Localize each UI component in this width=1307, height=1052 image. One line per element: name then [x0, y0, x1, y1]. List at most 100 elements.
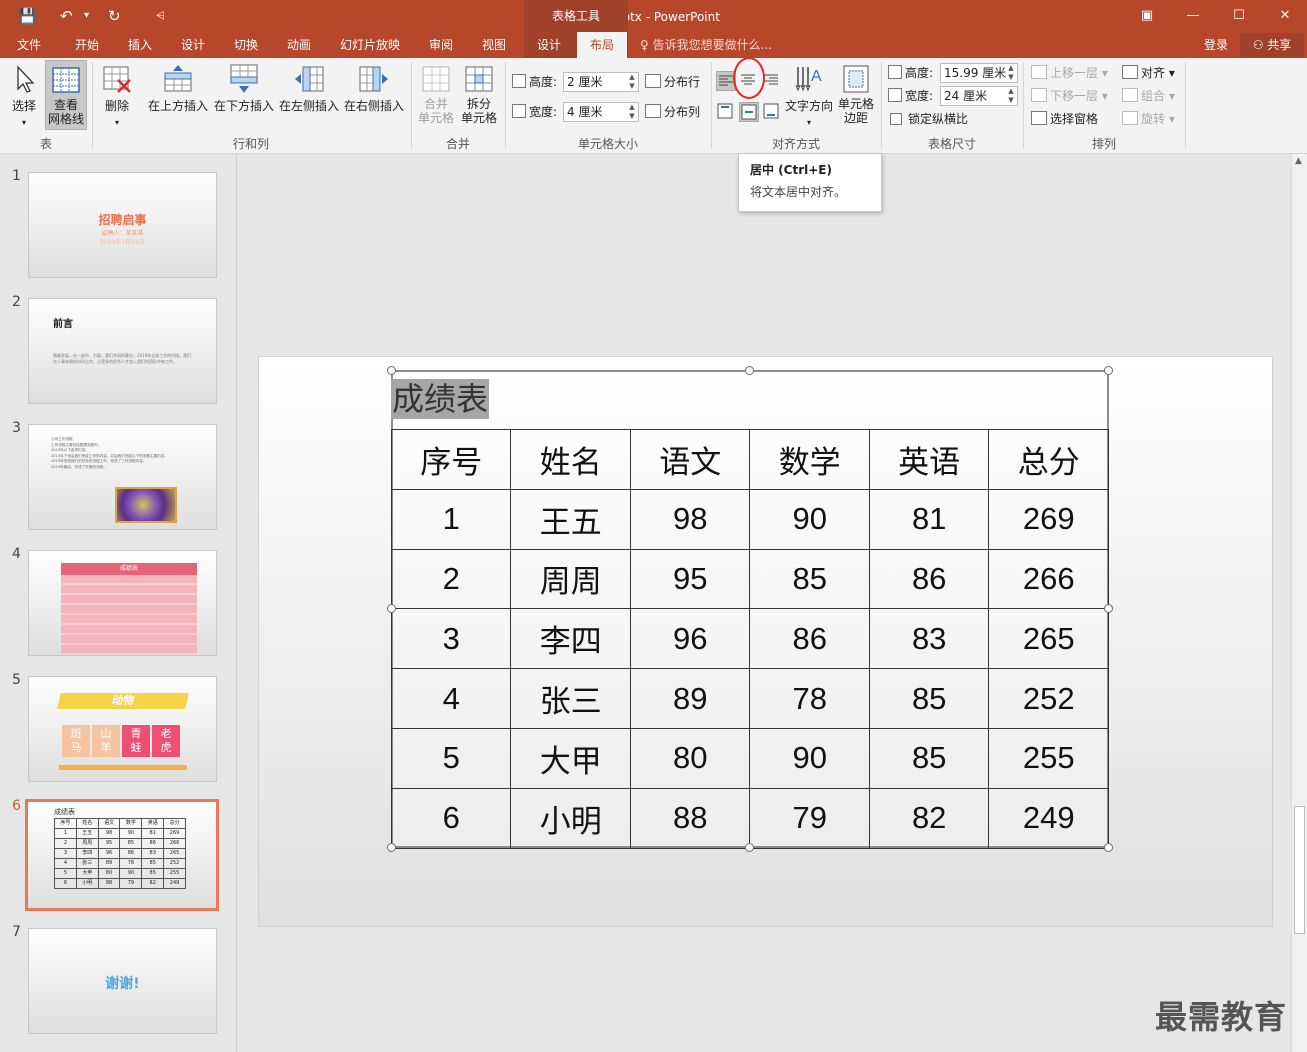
tab-slideshow[interactable]: 幻灯片放映: [332, 32, 408, 58]
resize-handle-top-right[interactable]: [1104, 366, 1113, 375]
align-middle-button[interactable]: [739, 102, 759, 122]
cell-margins-button[interactable]: 单元格 边距: [836, 60, 876, 130]
table-cell[interactable]: 1: [390, 488, 512, 550]
table-cell[interactable]: 5: [390, 727, 512, 789]
table-cell[interactable]: 79: [749, 787, 870, 849]
slide-thumbnail-1[interactable]: 招聘启事 招聘人：某某某 2021年1月12日: [28, 172, 217, 278]
close-icon[interactable]: ✕: [1262, 0, 1307, 32]
cell-width-input[interactable]: 4 厘米 ▲ ▼: [563, 102, 639, 122]
align-bottom-button[interactable]: [762, 102, 782, 122]
table-width-input[interactable]: 24 厘米 ▲ ▼: [940, 86, 1018, 106]
table-row[interactable]: 3 李四 96 86 83 265: [390, 608, 1109, 670]
vertical-scrollbar[interactable]: ▲: [1291, 154, 1307, 1052]
table-row[interactable]: 6 小明 88 79 82 249: [390, 787, 1109, 849]
view-gridlines-button[interactable]: 查看 网格线: [45, 60, 87, 130]
table-cell[interactable]: 86: [868, 548, 990, 610]
insert-left-button[interactable]: 在左侧插入: [277, 60, 341, 130]
table-cell[interactable]: 96: [629, 608, 751, 670]
text-direction-button[interactable]: A 文字方向 ▾: [784, 60, 834, 130]
table-header-cell[interactable]: 语文: [629, 429, 751, 490]
undo-icon[interactable]: ↶: [60, 0, 73, 32]
spin-arrows-icon[interactable]: ▲ ▼: [1005, 87, 1017, 105]
table-cell[interactable]: 95: [629, 548, 751, 610]
tab-file[interactable]: 文件: [6, 32, 52, 58]
resize-handle-top-left[interactable]: [387, 366, 396, 375]
slide-thumbnail-4[interactable]: 成绩表: [28, 550, 217, 656]
delete-button[interactable]: 删除 ▾: [98, 60, 136, 130]
tab-review[interactable]: 审阅: [418, 32, 464, 58]
table-cell[interactable]: 78: [749, 668, 870, 729]
table-cell[interactable]: 李四: [510, 608, 631, 670]
tab-table-design[interactable]: 设计: [526, 32, 572, 58]
grade-table[interactable]: 序号 姓名 语文 数学 英语 总分 1 王五 98 90 81 269 2 周周 95 85 86 266 3 李四 9…: [390, 429, 1109, 849]
table-cell[interactable]: 86: [749, 608, 870, 670]
selection-pane-button[interactable]: 选择窗格: [1031, 109, 1098, 129]
cell-height-input[interactable]: 2 厘米 ▲ ▼: [563, 72, 639, 92]
table-cell[interactable]: 王五: [510, 488, 631, 550]
insert-right-button[interactable]: 在右侧插入: [342, 60, 406, 130]
spin-arrows-icon[interactable]: ▲ ▼: [626, 73, 638, 91]
resize-handle-top[interactable]: [745, 366, 754, 375]
table-cell[interactable]: 255: [988, 727, 1109, 789]
table-header-cell[interactable]: 数学: [749, 429, 870, 490]
table-cell[interactable]: 85: [868, 668, 990, 729]
table-cell[interactable]: 252: [988, 668, 1109, 729]
table-height-input[interactable]: 15.99 厘米 ▲ ▼: [940, 63, 1018, 83]
share-button[interactable]: ⚇ 共享: [1240, 33, 1304, 57]
distribute-rows-button[interactable]: 分布行: [645, 72, 700, 92]
slide-thumbnail-2[interactable]: 前言 随着发展，在一起中，力量，我们共同的事业，2019年全体工作的时候，我们在…: [28, 298, 217, 404]
redo-icon[interactable]: ↻: [108, 0, 121, 32]
table-cell[interactable]: 265: [988, 608, 1109, 670]
align-top-button[interactable]: [716, 102, 736, 122]
table-cell[interactable]: 80: [629, 727, 751, 789]
table-header-cell[interactable]: 总分: [988, 429, 1109, 490]
table-row[interactable]: 2 周周 95 85 86 266: [390, 548, 1109, 610]
table-header-cell[interactable]: 序号: [390, 429, 512, 490]
split-cells-button[interactable]: 拆分 单元格: [458, 60, 500, 130]
table-cell[interactable]: 266: [988, 548, 1109, 610]
table-row[interactable]: 5 大甲 80 90 85 255: [390, 727, 1109, 789]
table-row[interactable]: 4 张三 89 78 85 252: [390, 668, 1109, 729]
distribute-cols-button[interactable]: 分布列: [645, 102, 700, 122]
minimize-icon[interactable]: —: [1170, 0, 1216, 32]
tell-me-box[interactable]: ♀ 告诉我您想要做什么...: [640, 32, 772, 58]
table-title[interactable]: 成绩表: [391, 379, 490, 419]
slide-thumbnail-3[interactable]: 公司工作流程 工作流程主要包括整理流程内， 2019年以下各项内容， 2019年…: [28, 424, 217, 530]
table-cell[interactable]: 小明: [510, 787, 631, 849]
slide-thumbnail-7[interactable]: 谢谢!: [28, 928, 217, 1034]
table-header-cell[interactable]: 姓名: [510, 429, 631, 490]
align-objects-button[interactable]: 对齐 ▾: [1122, 63, 1175, 83]
table-cell[interactable]: 大甲: [510, 727, 631, 789]
table-header-cell[interactable]: 英语: [868, 429, 990, 490]
tab-layout[interactable]: 布局: [577, 32, 627, 58]
resize-handle-left[interactable]: [387, 604, 396, 613]
table-cell[interactable]: 90: [749, 488, 870, 550]
lock-aspect-ratio-checkbox[interactable]: 锁定纵横比: [890, 109, 968, 129]
table-cell[interactable]: 98: [629, 488, 751, 550]
table-cell[interactable]: 4: [390, 668, 512, 729]
table-header-row[interactable]: 序号 姓名 语文 数学 英语 总分: [390, 429, 1109, 490]
table-cell[interactable]: 85: [749, 548, 870, 610]
resize-handle-bottom-left[interactable]: [387, 843, 396, 852]
bring-forward-button[interactable]: 上移一层 ▾: [1031, 63, 1108, 83]
table-cell[interactable]: 82: [868, 787, 990, 849]
ribbon-display-options-icon[interactable]: ▣: [1124, 0, 1170, 32]
table-cell[interactable]: 269: [988, 488, 1109, 550]
tab-home[interactable]: 开始: [64, 32, 110, 58]
send-backward-button[interactable]: 下移一层 ▾: [1031, 86, 1108, 106]
rotate-button[interactable]: 旋转 ▾: [1122, 109, 1175, 129]
table-cell[interactable]: 周周: [510, 548, 631, 610]
insert-above-button[interactable]: 在上方插入: [146, 60, 210, 130]
undo-dropdown-icon[interactable]: ▾: [84, 0, 89, 32]
tab-design[interactable]: 设计: [170, 32, 216, 58]
save-icon[interactable]: 💾: [18, 0, 37, 32]
table-cell[interactable]: 81: [868, 488, 990, 550]
scrollbar-thumb[interactable]: [1294, 806, 1305, 934]
spin-arrows-icon[interactable]: ▲ ▼: [626, 103, 638, 121]
scroll-up-icon[interactable]: ▲: [1295, 156, 1302, 166]
table-cell[interactable]: 2: [390, 548, 512, 610]
group-objects-button[interactable]: 组合 ▾: [1122, 86, 1175, 106]
merge-cells-button[interactable]: 合并 单元格: [416, 60, 456, 130]
customize-toolbar-icon[interactable]: ⩤: [156, 0, 165, 32]
tab-insert[interactable]: 插入: [117, 32, 163, 58]
